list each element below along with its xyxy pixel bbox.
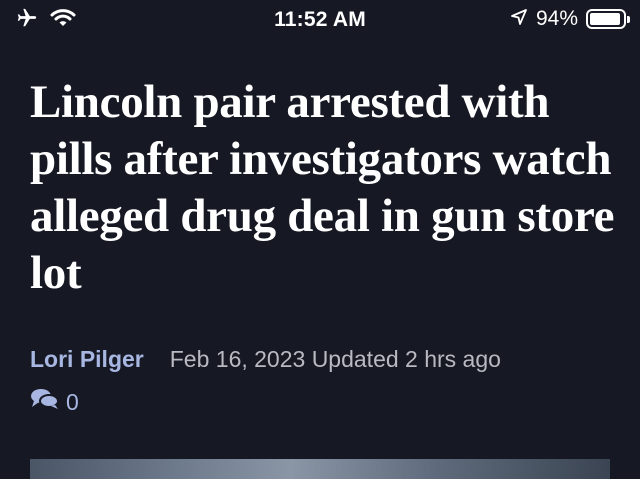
status-bar: 11:52 AM 94% <box>0 0 640 44</box>
article-byline: Lori Pilger Feb 16, 2023 Updated 2 hrs a… <box>30 346 501 373</box>
article-headline: Lincoln pair arrested with pills after i… <box>30 76 615 299</box>
battery-percent: 94% <box>535 7 578 30</box>
battery-icon <box>586 9 630 29</box>
location-arrow-icon <box>510 8 528 31</box>
battery-cap <box>627 16 630 23</box>
author-link[interactable]: Lori Pilger <box>30 346 144 373</box>
battery-level <box>590 13 621 25</box>
article-hero-image[interactable] <box>30 459 610 479</box>
comment-count: 0 <box>66 388 79 415</box>
status-bar-right: 94% <box>510 7 630 31</box>
comments-button[interactable]: 0 <box>30 387 79 417</box>
comments-icon <box>30 387 60 417</box>
article-dates: Feb 16, 2023 Updated 2 hrs ago <box>169 346 501 372</box>
